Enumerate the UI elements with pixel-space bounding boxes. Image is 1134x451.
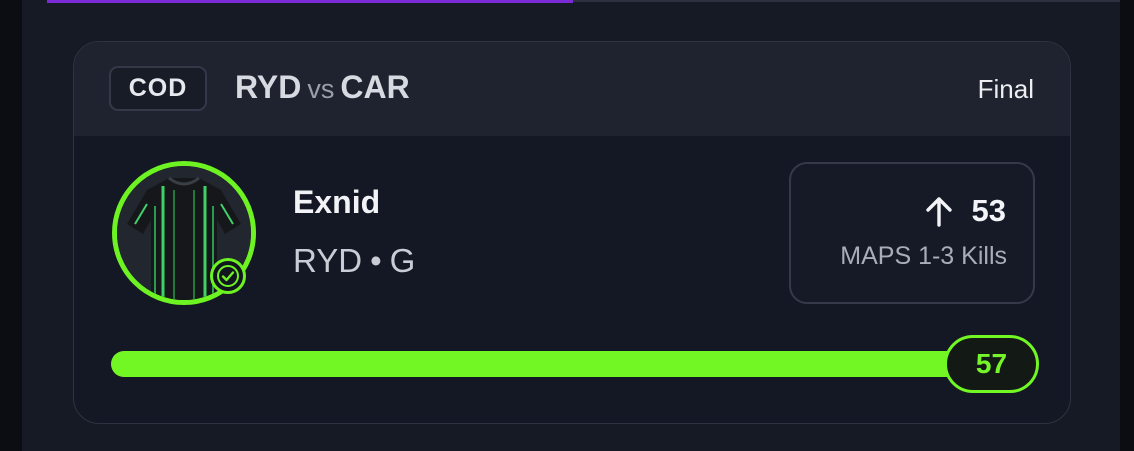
projection-box: 53 MAPS 1-3 Kills [789, 162, 1035, 304]
player-team: RYD [293, 242, 363, 279]
meta-separator: • [370, 242, 382, 279]
card-header: COD RYD vs CAR Final [74, 42, 1070, 136]
player-meta: RYD • G [293, 242, 415, 280]
active-tab-indicator [47, 0, 573, 3]
stat-label: MAPS 1-3 Kills [840, 242, 1007, 270]
game-status: Final [977, 74, 1034, 104]
result-progress-fill [111, 351, 991, 377]
arrow-up-icon [925, 197, 952, 227]
result-progress-track [111, 351, 991, 377]
page: COD RYD vs CAR Final Exnid RYD • G 53 MA… [0, 0, 1134, 451]
projection-line-row: 53 [924, 193, 1006, 229]
check-circle-icon [217, 265, 239, 287]
vs-label: vs [307, 74, 335, 104]
player-position: G [389, 242, 416, 279]
right-rail [1120, 0, 1134, 451]
player-name: Exnid [293, 184, 381, 220]
projection-line: 53 [971, 193, 1006, 228]
verified-badge [210, 258, 246, 294]
matchup: RYD vs CAR [235, 69, 410, 106]
left-rail [0, 0, 22, 451]
actual-result-pill: 57 [944, 335, 1039, 393]
home-team: RYD [235, 69, 302, 105]
pick-card[interactable]: COD RYD vs CAR Final Exnid RYD • G 53 MA… [73, 41, 1071, 424]
away-team: CAR [340, 69, 410, 105]
sport-badge: COD [109, 66, 207, 111]
